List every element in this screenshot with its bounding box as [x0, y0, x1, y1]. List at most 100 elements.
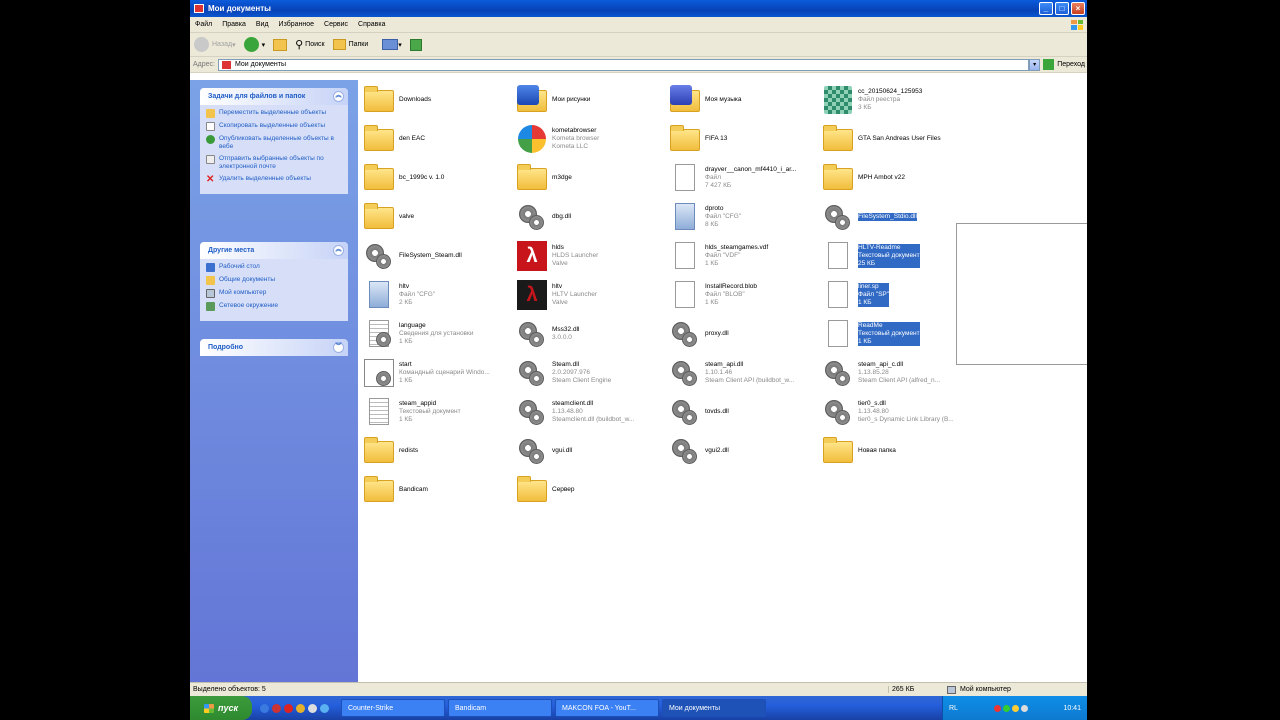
file-item[interactable]: HLTV-Readme Текстовый документ 25 КБ	[821, 238, 971, 274]
menu-help[interactable]: Справка	[353, 21, 390, 28]
file-item[interactable]: redists	[362, 433, 512, 469]
task-delete[interactable]: ✕ Удалить выделенные объекты	[206, 175, 342, 185]
file-item[interactable]: Мои рисунки	[515, 82, 665, 118]
file-item[interactable]: drayver__canon_mf4410_i_ar... Файл 7 427 К…	[668, 160, 818, 196]
collapse-chevron-icon[interactable]: ︽	[333, 245, 344, 256]
folders-button[interactable]: Папки	[332, 39, 368, 50]
file-item[interactable]: steamclient.dll 1.13.48.80 Steamclient.dll…	[515, 394, 665, 430]
task-move[interactable]: Переместить выделенные объекты	[206, 109, 342, 118]
file-item[interactable]: vgui2.dll	[668, 433, 818, 469]
other-places-header[interactable]: Другие места ︽	[200, 242, 348, 259]
address-input[interactable]: Мои документы	[217, 58, 1030, 71]
tray-icon[interactable]	[1011, 704, 1019, 712]
views-button[interactable]: ▾	[382, 39, 402, 50]
quicklaunch-browser-icon[interactable]	[260, 703, 269, 713]
quicklaunch-app-icon[interactable]	[308, 703, 317, 713]
task-email[interactable]: Отправить выбранные объекты по электронн…	[206, 155, 342, 171]
language-indicator[interactable]: RL	[949, 705, 958, 712]
file-item[interactable]: Сервер	[515, 472, 665, 508]
file-item[interactable]: FIFA 13	[668, 121, 818, 157]
task-publish[interactable]: Опубликовать выделенные объекты в вебе	[206, 135, 342, 151]
file-type: 1.10.1.46	[705, 369, 733, 376]
collapse-chevron-icon[interactable]: ︽	[333, 91, 344, 102]
task-counter-strike[interactable]: Counter-Strike	[341, 699, 445, 717]
tray-icon[interactable]	[993, 704, 1001, 712]
task-bandicam[interactable]: Bandicam	[448, 699, 552, 717]
file-item[interactable]: tovds.dll	[668, 394, 818, 430]
file-item[interactable]: tier0_s.dll 1.13.48.80 tier0_s Dynamic Lin…	[821, 394, 971, 430]
file-item[interactable]: start Командный сценарий Windo... 1 КБ	[362, 355, 512, 391]
file-item[interactable]: MPH Ambot v22	[821, 160, 971, 196]
file-item[interactable]: Новая папка	[821, 433, 971, 469]
file-item[interactable]: InstallRecord.blob Файл "BLOB" 1 КБ	[668, 277, 818, 313]
file-item[interactable]: FileSystem_Steam.dll	[362, 238, 512, 274]
file-item[interactable]: steam_appid Текстовый документ 1 КБ	[362, 394, 512, 430]
menu-file[interactable]: Файл	[190, 21, 217, 28]
file-item[interactable]: kometabrowser Kometa browser Kometa LLC	[515, 121, 665, 157]
file-icon-wrap: λ	[515, 278, 549, 312]
file-item[interactable]: dbg.dll	[515, 199, 665, 235]
file-item[interactable]: ReadMe Текстовый документ 1 КБ	[821, 316, 971, 352]
place-network[interactable]: Сетевое окружение	[206, 302, 342, 311]
quicklaunch-chrome-icon[interactable]	[296, 703, 305, 713]
clock[interactable]: 10:41	[1063, 705, 1081, 712]
maximize-button[interactable]: □	[1055, 2, 1069, 15]
place-my-computer[interactable]: Мой компьютер	[206, 289, 342, 298]
file-item[interactable]: Downloads	[362, 82, 512, 118]
file-item[interactable]: λ hlds HLDS Launcher Valve	[515, 238, 665, 274]
file-item[interactable]: Bandicam	[362, 472, 512, 508]
file-item[interactable]: valve	[362, 199, 512, 235]
details-header[interactable]: Подробно ︾	[200, 339, 348, 356]
quicklaunch-media-icon[interactable]	[272, 703, 281, 713]
sync-button[interactable]	[409, 38, 422, 51]
quicklaunch-desktop-icon[interactable]	[320, 703, 329, 713]
file-item[interactable]: proxy.dll	[668, 316, 818, 352]
up-folder-button[interactable]	[273, 38, 288, 51]
config-file-icon	[369, 281, 389, 308]
minimize-button[interactable]: _	[1039, 2, 1053, 15]
file-item[interactable]: steam_api.dll 1.10.1.46 Steam Client API (…	[668, 355, 818, 391]
go-button[interactable]: Переход	[1043, 59, 1085, 70]
task-copy[interactable]: Скопировать выделенные объекты	[206, 122, 342, 131]
file-item[interactable]: m3dge	[515, 160, 665, 196]
title-bar[interactable]: Мои документы _ □ ×	[190, 0, 1087, 17]
menu-favorites[interactable]: Избранное	[274, 21, 319, 28]
file-item[interactable]: Mss32.dll 3.0.0.0	[515, 316, 665, 352]
menu-view[interactable]: Вид	[251, 21, 274, 28]
place-desktop[interactable]: Рабочий стол	[206, 263, 342, 272]
menu-edit[interactable]: Правка	[217, 21, 251, 28]
file-item[interactable]: dproto Файл "CFG" 8 КБ	[668, 199, 818, 235]
address-dropdown-button[interactable]: ▾	[1029, 58, 1041, 71]
file-item[interactable]: FileSystem_Stdio.dll	[821, 199, 971, 235]
tray-icon[interactable]	[1020, 704, 1028, 712]
file-item[interactable]: den EAC	[362, 121, 512, 157]
file-item[interactable]: GTA San Andreas User Files	[821, 121, 971, 157]
file-item[interactable]: vgui.dll	[515, 433, 665, 469]
task-youtube[interactable]: MAKCON FOA - YouT...	[555, 699, 659, 717]
file-item[interactable]: λ hltv HLTV Launcher Valve	[515, 277, 665, 313]
file-item[interactable]: hlds_steamgames.vdf Файл "VDF" 1 КБ	[668, 238, 818, 274]
file-icon-wrap	[362, 356, 396, 390]
file-item[interactable]: bc_1999c v. 1.0	[362, 160, 512, 196]
forward-button[interactable]: ▾	[243, 37, 265, 52]
file-text: ReadMe Текстовый документ 1 КБ	[858, 322, 920, 346]
search-button[interactable]: ⚲ Поиск	[295, 38, 324, 51]
quicklaunch-opera-icon[interactable]	[284, 703, 293, 713]
file-item[interactable]: liner.sp Файл "SP" 1 КБ	[821, 277, 971, 313]
start-button[interactable]: пуск	[190, 696, 252, 720]
menu-tools[interactable]: Сервис	[319, 21, 353, 28]
file-meta: 1 КБ	[399, 416, 413, 423]
file-tasks-header[interactable]: Задачи для файлов и папок ︽	[200, 88, 348, 105]
close-button[interactable]: ×	[1071, 2, 1085, 15]
place-shared-documents[interactable]: Общие документы	[206, 276, 342, 285]
expand-chevron-icon[interactable]: ︾	[333, 342, 344, 353]
file-item[interactable]: hltv Файл "CFG" 2 КБ	[362, 277, 512, 313]
back-button[interactable]: Назад ▾	[194, 37, 236, 52]
file-item[interactable]: steam_api_c.dll 1.13.85.28 Steam Client AP…	[821, 355, 971, 391]
file-item[interactable]: cc_20150624_125953 Файл реестра 3 КБ	[821, 82, 971, 118]
tray-icon[interactable]	[1002, 704, 1010, 712]
task-my-documents[interactable]: Мои документы	[662, 699, 766, 717]
file-item[interactable]: language Сведения для установки 1 КБ	[362, 316, 512, 352]
file-item[interactable]: Моя музыка	[668, 82, 818, 118]
file-item[interactable]: Steam.dll 2.0.2097.976 Steam Client Engine	[515, 355, 665, 391]
